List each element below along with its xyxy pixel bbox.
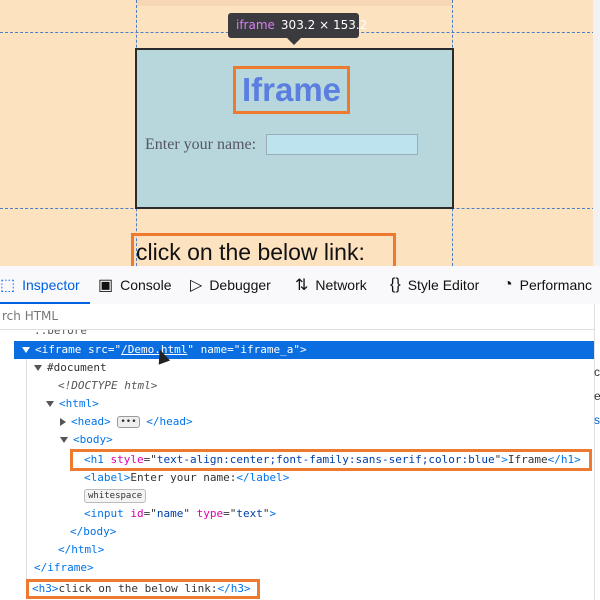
body-node[interactable]: <body> xyxy=(60,431,113,449)
page-preview: iframe 303.2 × 153.2 Iframe Enter your na… xyxy=(0,0,600,266)
markup-tree: ::before <iframe src="/Demo.html" name="… xyxy=(0,330,594,600)
tab-performance[interactable]: ◔ Performanc xyxy=(503,266,592,304)
label-node[interactable]: <label>Enter your name:</label> xyxy=(84,469,289,487)
search-html-row[interactable]: rch HTML xyxy=(0,304,600,330)
expand-icon[interactable] xyxy=(22,347,30,353)
iframe-highlight[interactable]: Iframe Enter your name: xyxy=(135,48,454,209)
h3-node[interactable]: <h3>click on the below link:</h3> xyxy=(32,580,251,598)
devtools-toolbar: ⬚ Inspector ▣ Console ▷ Debugger ⇅ Netwo… xyxy=(0,266,600,305)
performance-icon: ◔ xyxy=(503,276,513,293)
fragment-text: c xyxy=(594,365,600,379)
expand-icon[interactable] xyxy=(60,437,68,443)
input-node[interactable]: <input id="name" type="text"> xyxy=(84,505,276,523)
search-html-input[interactable]: rch HTML xyxy=(0,309,58,323)
fragment-text: s xyxy=(594,413,600,427)
before-pseudo[interactable]: ::before xyxy=(34,330,87,340)
tooltip-arrow xyxy=(287,38,301,45)
rules-panel-edge xyxy=(594,304,600,600)
h1-node[interactable]: <h1 style="text-align:center;font-family… xyxy=(84,451,581,469)
whitespace-node[interactable]: whitespace xyxy=(84,487,147,505)
iframe-close-node[interactable]: </iframe> xyxy=(34,559,94,577)
tree-guide xyxy=(26,359,27,589)
tab-debugger[interactable]: ▷ Debugger xyxy=(190,266,271,304)
tab-style-editor[interactable]: {} Style Editor xyxy=(390,266,479,304)
doctype-node[interactable]: <!DOCTYPE html> xyxy=(58,377,157,395)
tab-label: Console xyxy=(120,277,172,293)
html-close-node[interactable]: </html> xyxy=(58,541,104,559)
iframe-margin-strip xyxy=(137,0,452,6)
rules-panel-fragment: c e s xyxy=(594,360,600,432)
console-icon: ▣ xyxy=(98,277,114,294)
tab-label: Network xyxy=(315,277,367,293)
html-node[interactable]: <html> xyxy=(46,395,99,413)
name-label: Enter your name: xyxy=(145,136,257,153)
tooltip-size: 303.2 × 153.2 xyxy=(280,18,368,32)
inspector-icon: ⬚ xyxy=(0,277,16,294)
network-icon: ⇅ xyxy=(295,277,309,294)
tooltip-tag: iframe xyxy=(236,18,275,32)
link-heading: click on the below link: xyxy=(131,233,396,266)
fragment-text: e xyxy=(594,389,600,403)
head-node[interactable]: <head> ••• </head> xyxy=(60,413,193,431)
tab-inspector[interactable]: ⬚ Inspector xyxy=(0,266,90,304)
body-close-node[interactable]: </body> xyxy=(70,523,116,541)
name-input[interactable] xyxy=(266,134,418,155)
element-size-tooltip: iframe 303.2 × 153.2 xyxy=(228,13,367,38)
whitespace-badge[interactable]: whitespace xyxy=(84,489,147,503)
iframe-heading: Iframe xyxy=(233,66,350,114)
selected-iframe-node[interactable]: <iframe src="/Demo.html" name="iframe_a"… xyxy=(14,341,594,359)
tab-label: Performanc xyxy=(519,277,593,293)
style-editor-icon: {} xyxy=(390,276,401,293)
tab-label: Style Editor xyxy=(407,277,480,293)
document-node[interactable]: #document xyxy=(34,359,107,377)
preview-scrollbar[interactable] xyxy=(593,0,600,266)
expand-icon[interactable] xyxy=(46,401,54,407)
tab-label: Inspector xyxy=(22,277,80,293)
tab-network[interactable]: ⇅ Network xyxy=(295,266,367,304)
tab-label: Debugger xyxy=(209,277,271,293)
tab-console[interactable]: ▣ Console xyxy=(98,266,172,304)
ellipsis-icon[interactable]: ••• xyxy=(117,416,140,428)
debugger-icon: ▷ xyxy=(190,277,203,294)
collapse-icon[interactable] xyxy=(60,418,66,426)
expand-icon[interactable] xyxy=(34,365,42,371)
